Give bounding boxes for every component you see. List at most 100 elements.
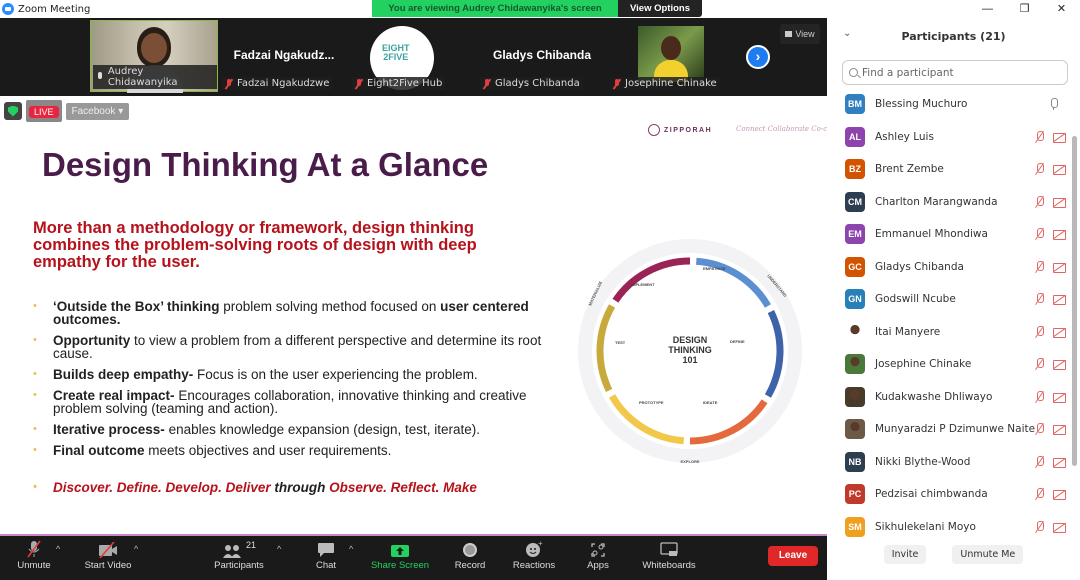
diagram-center-line3: 101 xyxy=(682,355,697,365)
next-page-button[interactable]: › xyxy=(746,45,770,69)
avatar: CM xyxy=(845,191,865,212)
avatar: BZ xyxy=(845,159,865,180)
participant-row[interactable]: BM Blessing Muchuro xyxy=(827,88,1072,121)
whiteboard-icon xyxy=(660,542,678,556)
participant-search-input[interactable]: Find a participant xyxy=(842,60,1068,85)
live-indicator: LIVE xyxy=(26,100,62,122)
restore-button[interactable]: ❐ xyxy=(1006,0,1043,18)
whiteboards-button[interactable]: Whiteboards xyxy=(638,540,700,571)
chat-button[interactable]: Chat xyxy=(312,540,340,571)
participant-name: Charlton Marangwanda xyxy=(875,195,998,208)
apps-icon xyxy=(591,543,605,557)
video-tile-gladys[interactable]: Gladys Chibanda Gladys Chibanda xyxy=(478,20,606,92)
video-tile-josephine[interactable]: Josephine Chinake xyxy=(608,20,736,92)
zoom-logo-icon xyxy=(2,3,14,15)
view-button[interactable]: View xyxy=(780,24,820,44)
participant-row[interactable]: Kudakwashe Dhliwayo xyxy=(827,381,1072,414)
apps-button[interactable]: Apps xyxy=(584,540,612,571)
reactions-button[interactable]: + Reactions xyxy=(510,540,558,571)
viewing-screen-message: You are viewing Audrey Chidawanyika's sc… xyxy=(372,0,618,17)
participant-name-label: Josephine Chinake xyxy=(610,77,720,90)
participant-row[interactable]: Itai Manyere xyxy=(827,316,1072,349)
mic-muted-icon xyxy=(1035,520,1044,533)
video-off-icon xyxy=(1053,327,1066,338)
participant-name: Itai Manyere xyxy=(875,325,941,338)
unmute-button[interactable]: Unmute xyxy=(14,540,54,571)
avatar xyxy=(845,419,865,440)
minimize-button[interactable]: — xyxy=(969,0,1006,18)
video-off-icon xyxy=(1053,132,1066,143)
view-options-button[interactable]: View Options ⌄ xyxy=(618,0,702,31)
avatar: EM xyxy=(845,224,865,245)
slide-title: Design Thinking At a Glance xyxy=(42,146,489,183)
video-off-icon xyxy=(99,542,117,558)
security-shield-icon[interactable] xyxy=(4,102,22,120)
participant-list-scrollbar[interactable] xyxy=(1072,136,1077,466)
participant-name: Josephine Chinake xyxy=(875,358,972,371)
participants-panel: ⌄ Participants (21) Find a participant B… xyxy=(827,18,1080,580)
participant-name: Munyaradzi P Dzimunwe Naite xyxy=(875,423,1036,436)
participant-row[interactable]: AL Ashley Luis xyxy=(827,121,1072,154)
participant-name: Blessing Muchuro xyxy=(875,98,968,111)
participant-row[interactable]: NB Nikki Blythe-Wood xyxy=(827,446,1072,479)
participant-row[interactable]: PC Pedzisai chimbwanda xyxy=(827,478,1072,511)
chevron-right-icon: › xyxy=(755,48,761,64)
video-off-icon xyxy=(1053,392,1066,403)
participant-row[interactable]: SM Sikhulekelani Moyo xyxy=(827,511,1072,544)
video-off-icon xyxy=(1053,229,1066,240)
bullet-item: Opportunity to view a problem from a dif… xyxy=(33,334,563,361)
video-options-caret[interactable]: ^ xyxy=(134,544,138,554)
audio-options-caret[interactable]: ^ xyxy=(56,544,60,554)
participant-row[interactable]: EM Emmanuel Mhondiwa xyxy=(827,218,1072,251)
start-video-button[interactable]: Start Video xyxy=(82,540,134,571)
video-off-icon xyxy=(1053,294,1066,305)
stage-label-implement: IMPLEMENT xyxy=(631,282,655,287)
participant-row[interactable]: GN Godswill Ncube xyxy=(827,283,1072,316)
leave-button[interactable]: Leave xyxy=(768,546,818,566)
participant-row[interactable]: GC Gladys Chibanda xyxy=(827,251,1072,284)
collapse-panel-chevron-icon[interactable]: ⌄ xyxy=(843,28,851,39)
share-screen-button[interactable]: Share Screen xyxy=(370,540,430,571)
stage-label-ideate: IDEATE xyxy=(703,400,718,405)
mic-icon xyxy=(96,72,104,82)
stage-label-define: DEFINE xyxy=(730,339,745,344)
unmute-me-button[interactable]: Unmute Me xyxy=(952,545,1024,564)
slide-lead-text: More than a methodology or framework, de… xyxy=(33,219,477,271)
diagram-center-line2: THINKING xyxy=(668,345,712,355)
participant-name: Emmanuel Mhondiwa xyxy=(875,228,988,241)
mic-muted-icon xyxy=(1035,130,1044,143)
close-button[interactable]: ✕ xyxy=(1043,0,1080,18)
participant-row[interactable]: Munyaradzi P Dzimunwe Naite xyxy=(827,413,1072,446)
participant-name: Nikki Blythe-Wood xyxy=(875,455,971,468)
participant-row[interactable]: CM Charlton Marangwanda xyxy=(827,186,1072,219)
participant-row[interactable]: BZ Brent Zembe xyxy=(827,153,1072,186)
participant-display-name: Gladys Chibanda xyxy=(492,48,592,62)
share-screen-icon xyxy=(391,545,409,557)
zipporah-logo-icon xyxy=(648,124,660,136)
participant-row[interactable]: Josephine Chinake xyxy=(827,348,1072,381)
participant-name: Brent Zembe xyxy=(875,163,944,176)
record-button[interactable]: Record xyxy=(452,540,488,571)
video-off-icon xyxy=(1053,164,1066,175)
participants-button[interactable]: 21 Participants xyxy=(212,540,266,571)
invite-button[interactable]: Invite xyxy=(883,545,927,564)
participant-name-label: Fadzai Ngakudzwe xyxy=(222,77,333,90)
video-tile-fadzai[interactable]: Fadzai Ngakudz... Fadzai Ngakudzwe xyxy=(220,20,348,92)
mic-muted-icon xyxy=(1035,455,1044,468)
zipporah-logo: ZIPPORAH xyxy=(648,124,712,136)
video-tile-eight2five[interactable]: EIGHT 2FIVE Eight2Five Hub xyxy=(350,20,478,92)
avatar: SM xyxy=(845,516,865,537)
mic-muted-icon xyxy=(1035,358,1044,370)
grid-view-icon xyxy=(785,31,793,37)
design-thinking-diagram: DESIGN THINKING 101 EMPATHIZE DEFINE IDE… xyxy=(578,239,802,464)
mic-muted-icon xyxy=(1035,228,1044,240)
window-title: Zoom Meeting xyxy=(18,3,91,15)
video-tile-audrey[interactable]: Audrey Chidawanyika xyxy=(90,20,218,93)
mic-muted-icon xyxy=(1035,260,1044,273)
record-icon xyxy=(463,543,477,557)
livestream-target-dropdown[interactable]: Facebook ▾ xyxy=(65,102,130,120)
participants-options-caret[interactable]: ^ xyxy=(277,544,281,554)
chat-options-caret[interactable]: ^ xyxy=(349,544,353,554)
avatar xyxy=(845,321,865,342)
participant-name: Godswill Ncube xyxy=(875,293,956,306)
